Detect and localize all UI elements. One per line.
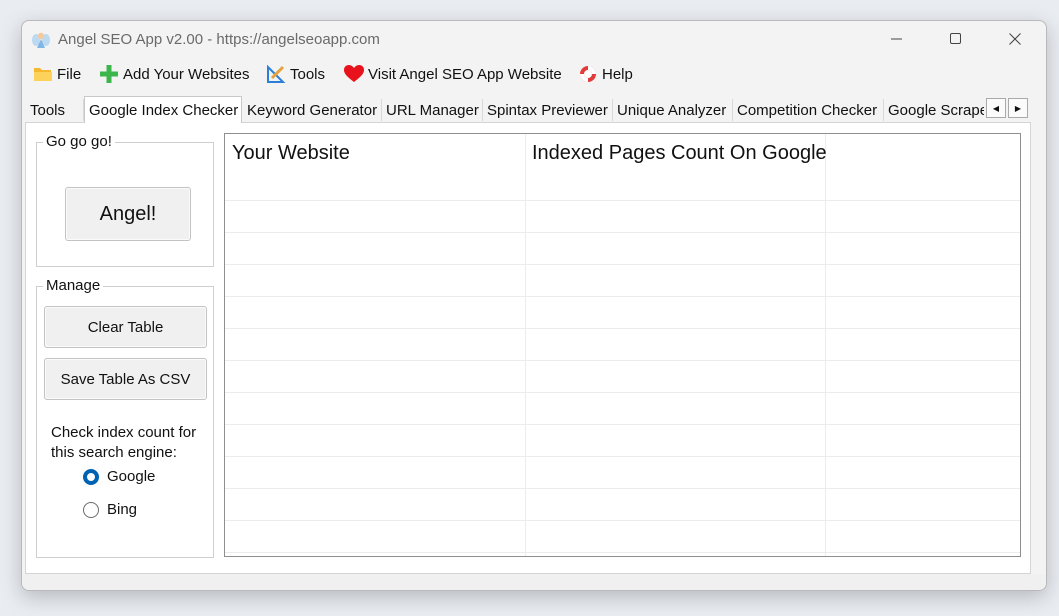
row-divider xyxy=(225,232,1020,233)
tab-unique-analyzer[interactable]: Unique Analyzer xyxy=(613,99,733,121)
tab-unique-analyzer-label: Unique Analyzer xyxy=(617,101,727,119)
tab-keyword-generator[interactable]: Keyword Generator xyxy=(243,99,382,121)
menu-visit-website-label: Visit Angel SEO App Website xyxy=(368,65,562,83)
tab-strip: Tools Google Index Checker Keyword Gener… xyxy=(22,96,1046,123)
bing-radio[interactable] xyxy=(83,502,99,518)
angel-button[interactable]: Angel! xyxy=(65,187,191,241)
tab-url-manager[interactable]: URL Manager xyxy=(382,99,483,121)
tab-tools[interactable]: Tools xyxy=(26,99,84,121)
maximize-icon xyxy=(950,33,961,44)
tab-google-scrape[interactable]: Google Scrape xyxy=(884,99,984,121)
google-radio[interactable] xyxy=(83,469,99,485)
heart-icon xyxy=(344,64,364,84)
tab-spintax-previewer-label: Spintax Previewer xyxy=(487,101,608,119)
tab-scroll-left-button[interactable]: ◀ xyxy=(986,98,1006,118)
column-header-indexed-count[interactable]: Indexed Pages Count On Google xyxy=(532,142,827,165)
tab-scroll-right-icon: ▶ xyxy=(1014,103,1022,113)
manage-group-title: Manage xyxy=(43,277,104,294)
tab-scroll-left-icon: ◀ xyxy=(992,103,1000,113)
row-divider xyxy=(225,296,1020,297)
go-group: Go go go! Angel! xyxy=(36,133,214,267)
tools-icon xyxy=(266,64,286,84)
row-divider xyxy=(225,392,1020,393)
plus-icon xyxy=(99,64,119,84)
row-divider xyxy=(225,264,1020,265)
column-divider xyxy=(525,134,526,556)
row-divider xyxy=(225,456,1020,457)
engine-label: Check index count for this search engine… xyxy=(51,424,197,461)
tab-google-scrape-label: Google Scrape xyxy=(888,101,984,119)
clear-table-button[interactable]: Clear Table xyxy=(44,306,207,348)
app-window: Angel SEO App v2.00 - https://angelseoap… xyxy=(21,20,1047,591)
row-divider xyxy=(225,200,1020,201)
maximize-button[interactable] xyxy=(927,21,985,57)
minimize-icon xyxy=(891,38,902,40)
row-divider xyxy=(225,488,1020,489)
row-divider xyxy=(225,424,1020,425)
menu-add-websites-label: Add Your Websites xyxy=(123,65,250,83)
bing-radio-label[interactable]: Bing xyxy=(107,501,137,518)
tab-google-index-checker[interactable]: Google Index Checker xyxy=(84,96,242,123)
window-title: Angel SEO App v2.00 - https://angelseoap… xyxy=(58,31,380,48)
tab-keyword-generator-label: Keyword Generator xyxy=(247,101,378,119)
tab-spintax-previewer[interactable]: Spintax Previewer xyxy=(483,99,613,121)
save-csv-label: Save Table As CSV xyxy=(60,370,191,388)
menu-add-websites[interactable]: Add Your Websites xyxy=(99,63,249,85)
row-divider xyxy=(225,360,1020,361)
tab-competition-checker[interactable]: Competition Checker xyxy=(733,99,884,121)
results-table[interactable]: Your Website Indexed Pages Count On Goog… xyxy=(224,133,1021,557)
menu-help-label: Help xyxy=(602,65,633,83)
angel-app-icon xyxy=(32,31,50,49)
tab-scroll-right-button[interactable]: ▶ xyxy=(1008,98,1028,118)
menu-tools-label: Tools xyxy=(290,65,326,83)
tab-tools-label: Tools xyxy=(30,101,66,119)
row-divider xyxy=(225,552,1020,553)
menu-file[interactable]: File xyxy=(33,63,81,85)
lifebuoy-icon xyxy=(578,64,598,84)
title-bar: Angel SEO App v2.00 - https://angelseoap… xyxy=(22,21,1046,57)
tab-url-manager-label: URL Manager xyxy=(386,101,479,119)
status-bar xyxy=(22,574,1046,590)
tab-google-index-checker-label: Google Index Checker xyxy=(89,101,239,119)
column-divider xyxy=(825,134,826,556)
row-divider xyxy=(225,328,1020,329)
menu-visit-website[interactable]: Visit Angel SEO App Website xyxy=(344,63,562,85)
google-index-checker-page: Go go go! Angel! Manage Clear Table Save… xyxy=(25,122,1031,574)
menu-tools[interactable]: Tools xyxy=(266,63,325,85)
angel-button-label: Angel! xyxy=(99,202,157,225)
close-icon xyxy=(1009,33,1021,45)
tab-competition-checker-label: Competition Checker xyxy=(737,101,878,119)
row-divider xyxy=(225,520,1020,521)
minimize-button[interactable] xyxy=(868,21,926,57)
column-header-website[interactable]: Your Website xyxy=(232,142,350,165)
clear-table-label: Clear Table xyxy=(87,318,164,336)
google-radio-label[interactable]: Google xyxy=(107,468,155,485)
folder-icon xyxy=(33,64,53,84)
menu-help[interactable]: Help xyxy=(578,63,633,85)
menu-bar: File Add Your Websites Tools Visit Angel… xyxy=(22,59,1046,89)
manage-group: Manage Clear Table Save Table As CSV Che… xyxy=(36,277,214,558)
go-group-title: Go go go! xyxy=(43,133,115,150)
menu-file-label: File xyxy=(57,65,82,83)
save-csv-button[interactable]: Save Table As CSV xyxy=(44,358,207,400)
close-button[interactable] xyxy=(986,21,1044,57)
